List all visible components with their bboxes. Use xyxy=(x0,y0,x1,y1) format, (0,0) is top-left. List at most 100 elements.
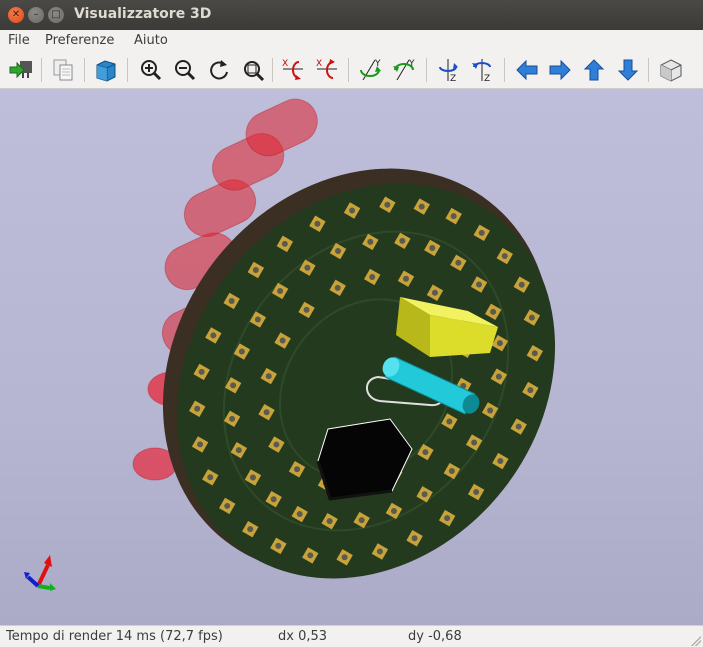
resize-grip[interactable] xyxy=(691,636,701,646)
pad-hole xyxy=(249,474,256,481)
pad-hole xyxy=(349,207,356,214)
pad-hole xyxy=(515,423,522,430)
pad-hole xyxy=(497,458,504,465)
pad-hole xyxy=(487,407,494,414)
pad-hole xyxy=(367,238,374,245)
pad-hole xyxy=(254,316,261,323)
pad-hole xyxy=(501,253,508,260)
pad-hole xyxy=(252,266,259,273)
pad-hole xyxy=(444,515,451,522)
rotate-x-cw-button[interactable]: X xyxy=(278,55,308,85)
rotate-z-cw-icon: Z xyxy=(439,59,458,84)
zoom-out-icon xyxy=(175,60,196,81)
pad-hole xyxy=(403,275,410,282)
pan-down-button[interactable] xyxy=(613,55,643,85)
pad-hole xyxy=(307,552,314,559)
rotate-x-cw-icon: X xyxy=(282,59,303,80)
pad-hole xyxy=(294,466,301,473)
pad-hole xyxy=(235,447,242,454)
menu-help[interactable]: Aiuto xyxy=(134,33,168,48)
pad-hole xyxy=(411,535,418,542)
copy-image-button[interactable] xyxy=(48,55,78,85)
viewer-window: ✕ – □ Visualizzatore 3D File Preferenze … xyxy=(0,0,703,647)
rotate-y-cw-button[interactable]: Y xyxy=(356,55,386,85)
pan-right-button[interactable] xyxy=(545,55,575,85)
close-window-button[interactable]: ✕ xyxy=(8,7,24,23)
pad-hole xyxy=(531,350,538,357)
ortho-cube-icon xyxy=(660,59,682,82)
status-bar: Tempo di render 14 ms (72,7 fps) dx 0,53… xyxy=(0,625,703,647)
pad-hole xyxy=(358,517,365,524)
ortho-view-button[interactable] xyxy=(656,55,686,85)
redraw-icon xyxy=(210,60,228,80)
pad-hole xyxy=(273,441,280,448)
pad-hole xyxy=(304,264,311,271)
pcb-3d-render xyxy=(24,98,556,591)
pad-hole xyxy=(281,240,288,247)
pad-hole xyxy=(263,409,270,416)
pad-hole xyxy=(369,273,376,280)
zoom-in-icon xyxy=(141,60,162,81)
pan-left-icon xyxy=(516,59,538,81)
svg-text:X: X xyxy=(316,59,322,69)
zoom-fit-button[interactable] xyxy=(238,55,268,85)
minimize-window-button[interactable]: – xyxy=(28,7,44,23)
rotate-x-ccw-button[interactable]: X xyxy=(312,55,342,85)
pad-hole xyxy=(194,405,201,412)
zoom-out-button[interactable] xyxy=(170,55,200,85)
pad-hole xyxy=(446,418,453,425)
pad-hole xyxy=(270,496,277,503)
pad-hole xyxy=(334,284,341,291)
pan-up-button[interactable] xyxy=(579,55,609,85)
pan-down-icon xyxy=(617,59,639,81)
pad-hole xyxy=(431,289,438,296)
menu-preferences[interactable]: Preferenze xyxy=(45,33,114,48)
pad-hole xyxy=(518,281,525,288)
pad-hole xyxy=(207,474,214,481)
menu-file[interactable]: File xyxy=(8,33,30,48)
pad-hole xyxy=(335,248,342,255)
pad-hole xyxy=(198,368,205,375)
3d-viewport[interactable] xyxy=(0,89,703,625)
zoom-in-button[interactable] xyxy=(136,55,166,85)
rotate-x-ccw-icon: X xyxy=(316,59,337,79)
pad-hole xyxy=(422,449,429,456)
pad-hole xyxy=(390,507,397,514)
rotate-z-ccw-button[interactable]: Z xyxy=(468,55,498,85)
maximize-window-button[interactable]: □ xyxy=(48,7,64,23)
pad-hole xyxy=(455,259,462,266)
pad-hole xyxy=(238,348,245,355)
dy-value: dy -0,68 xyxy=(408,629,462,644)
pad-hole xyxy=(230,382,237,389)
pad-hole xyxy=(265,373,272,380)
pan-right-icon xyxy=(549,59,571,81)
reload-board-icon xyxy=(9,61,32,79)
pad-hole xyxy=(341,554,348,561)
redraw-button[interactable] xyxy=(204,55,234,85)
rotate-y-cw-icon: Y xyxy=(360,59,381,81)
pad-hole xyxy=(224,502,231,509)
zoom-fit-icon xyxy=(244,61,265,82)
pad-hole xyxy=(418,203,425,210)
pad-hole xyxy=(473,489,480,496)
render-options-button[interactable] xyxy=(91,55,121,85)
pad-hole xyxy=(448,468,455,475)
pad-hole xyxy=(279,337,286,344)
pad-hole xyxy=(421,491,428,498)
svg-text:Z: Z xyxy=(484,74,490,84)
svg-text:X: X xyxy=(282,59,288,69)
pad-hole xyxy=(296,511,303,518)
pad-hole xyxy=(399,237,406,244)
reload-board-button[interactable] xyxy=(6,55,36,85)
rotate-z-cw-button[interactable]: Z xyxy=(434,55,464,85)
pad-hole xyxy=(450,213,457,220)
copy-to-clipboard-icon xyxy=(53,59,73,81)
pad-hole xyxy=(197,441,204,448)
pad-hole xyxy=(303,306,310,313)
pad-hole xyxy=(495,373,502,380)
pad-hole xyxy=(228,297,235,304)
pan-left-button[interactable] xyxy=(512,55,542,85)
pad-hole xyxy=(429,244,436,251)
pad-hole xyxy=(528,314,535,321)
rotate-y-ccw-button[interactable]: Y xyxy=(390,55,420,85)
